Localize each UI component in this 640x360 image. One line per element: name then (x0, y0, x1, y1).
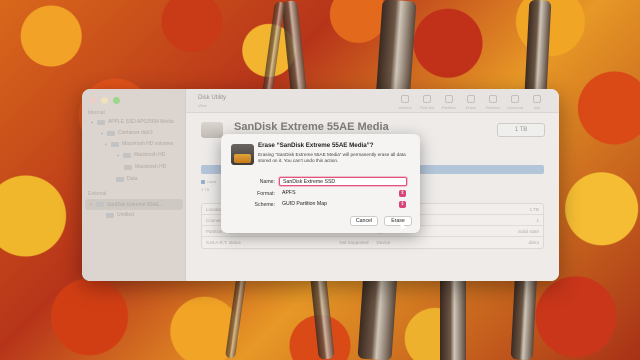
chevron-updown-icon: ⇕ (399, 201, 406, 208)
scheme-label: Scheme: (254, 202, 275, 208)
dialog-title: Erase “SanDisk Extreme 55AE Media”? (258, 142, 374, 149)
format-label: Format: (257, 191, 275, 197)
format-select[interactable]: APFS ⇕ (279, 189, 407, 198)
name-field[interactable]: SanDisk Extreme SSD (279, 177, 407, 186)
format-value: APFS (282, 190, 296, 196)
name-label: Name: (259, 179, 275, 185)
scheme-value: GUID Partition Map (282, 201, 327, 207)
dialog-message: Erasing “SanDisk Extreme 55AE Media” wil… (258, 152, 406, 163)
scheme-select[interactable]: GUID Partition Map ⇕ (279, 200, 407, 209)
chevron-updown-icon: ⇕ (399, 190, 406, 197)
cancel-button[interactable]: Cancel (350, 216, 378, 226)
external-drive-icon (231, 144, 254, 165)
